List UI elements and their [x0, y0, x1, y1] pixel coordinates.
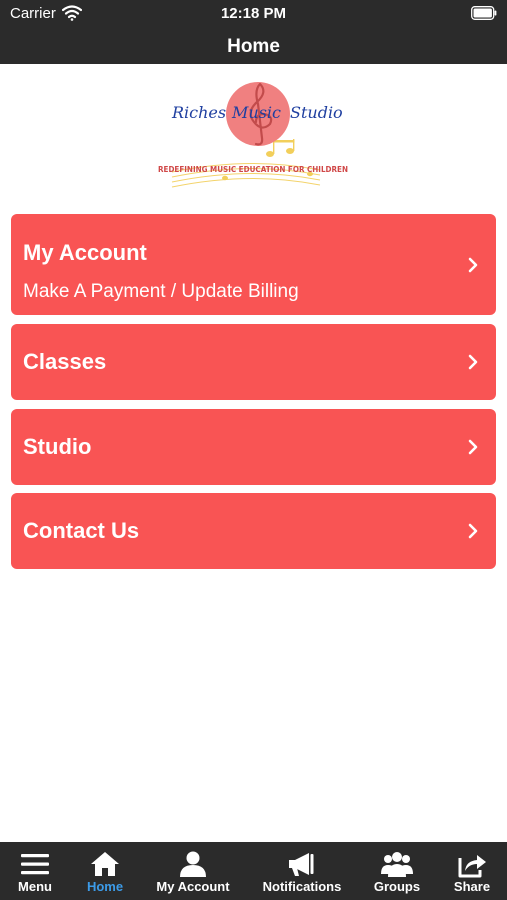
menu-item-label: Classes	[23, 349, 107, 374]
chevron-right-icon	[468, 354, 478, 370]
menu-item-my-account[interactable]: My Account Make A Payment / Update Billi…	[11, 214, 496, 315]
menu-item-label: Contact Us	[23, 518, 140, 543]
battery-icon	[471, 6, 497, 20]
tab-home[interactable]: Home	[70, 842, 140, 900]
menu-item-studio[interactable]: Studio	[11, 409, 496, 485]
chevron-right-icon	[468, 523, 478, 539]
tab-label: Notifications	[262, 879, 342, 894]
studio-logo: Riches Music Studio REDEFINING MUSIC EDU…	[158, 82, 348, 188]
tab-label: Home	[86, 879, 124, 894]
tab-groups[interactable]: Groups	[362, 842, 432, 900]
logo-word-riches: Riches	[171, 103, 226, 122]
tab-menu[interactable]: Menu	[0, 842, 70, 900]
megaphone-icon	[289, 853, 314, 876]
logo-word-music: Music	[231, 103, 281, 122]
tab-label: Groups	[373, 879, 421, 894]
tab-bar: Menu Home My Account Notifications Group…	[0, 842, 507, 900]
navigation-bar: Home	[0, 28, 507, 64]
group-icon	[381, 852, 413, 877]
tab-my-account[interactable]: My Account	[148, 842, 238, 900]
logo-tagline: REDEFINING MUSIC EDUCATION FOR CHILDREN	[158, 165, 348, 174]
menu-item-classes[interactable]: Classes	[11, 324, 496, 400]
status-time: 12:18 PM	[220, 5, 287, 22]
tab-label: Share	[453, 879, 491, 894]
menu-item-sublabel: Make A Payment / Update Billing	[23, 281, 299, 302]
tab-label: Menu	[18, 879, 52, 894]
chevron-right-icon	[468, 439, 478, 455]
hamburger-menu-icon	[21, 854, 49, 875]
menu-item-label: My Account	[23, 240, 147, 265]
user-icon	[180, 851, 206, 877]
status-bar: Carrier 12:18 PM	[0, 0, 507, 28]
share-icon	[458, 855, 486, 878]
chevron-right-icon	[468, 257, 478, 273]
home-icon	[91, 852, 119, 876]
page-title: Home	[227, 36, 280, 57]
tab-share[interactable]: Share	[440, 842, 504, 900]
menu-item-contact-us[interactable]: Contact Us	[11, 493, 496, 569]
tab-label: My Account	[156, 879, 230, 894]
logo-word-studio: Studio	[290, 103, 343, 122]
tab-notifications[interactable]: Notifications	[258, 842, 346, 900]
menu-item-label: Studio	[23, 434, 92, 459]
